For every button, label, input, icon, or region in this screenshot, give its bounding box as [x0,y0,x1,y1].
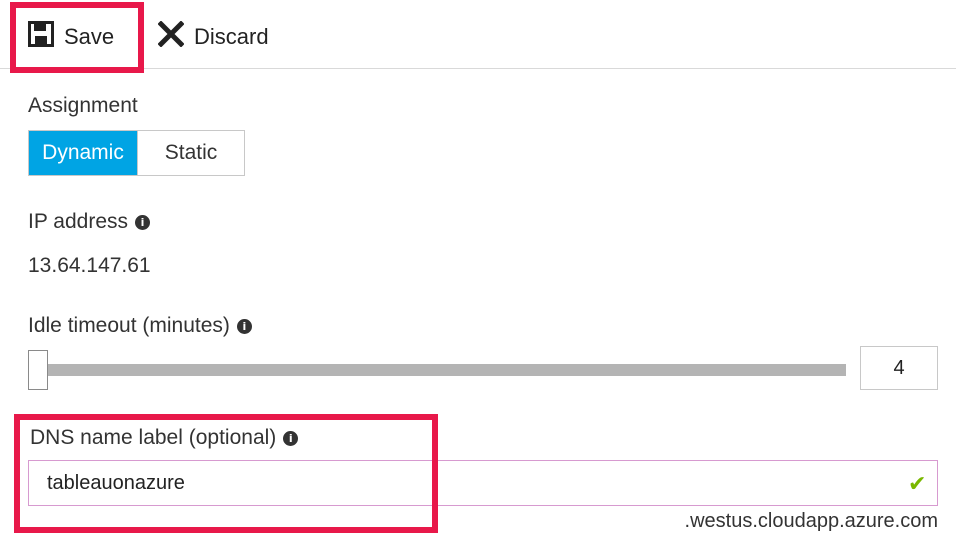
checkmark-icon: ✔ [908,472,927,497]
info-icon[interactable]: i [135,214,151,230]
dns-highlight-box [14,414,438,533]
ip-address-value: 13.64.147.61 [28,254,151,277]
assignment-option-static[interactable]: Static [137,131,244,175]
ip-address-label-text: IP address [28,210,129,233]
assignment-label-text: Assignment [28,94,138,117]
save-highlight-box [10,2,144,73]
discard-label: Discard [194,24,269,49]
idle-timeout-slider-track[interactable] [44,364,846,376]
x-icon [157,20,185,53]
assignment-toggle: Dynamic Static [28,130,245,176]
discard-button[interactable]: Discard [157,18,269,56]
dns-suffix: .westus.cloudapp.azure.com [684,510,938,532]
info-icon[interactable]: i [236,318,252,334]
idle-timeout-input[interactable]: 4 [860,346,938,390]
idle-timeout-slider-thumb[interactable] [28,350,48,390]
assignment-label: Assignment [28,94,138,118]
idle-timeout-label-text: Idle timeout (minutes) [28,314,230,337]
ip-address-label: IP address i [28,210,151,234]
assignment-option-dynamic[interactable]: Dynamic [29,131,137,175]
idle-timeout-label: Idle timeout (minutes) i [28,314,252,338]
